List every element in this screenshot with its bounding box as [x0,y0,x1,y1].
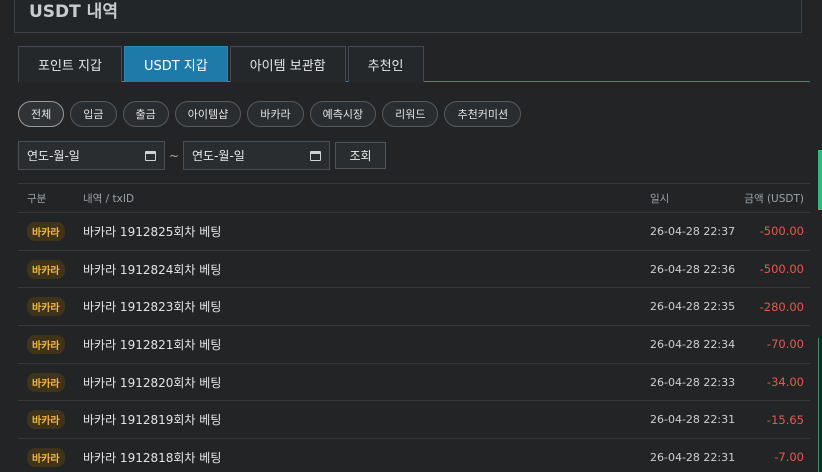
amount-cell: -70.00 [766,337,804,352]
desc-cell: 바카라 1912825회차 베팅 [83,224,222,239]
amount-cell: -34.00 [766,375,804,390]
type-cell: 바카라 [18,334,75,354]
type-badge: 바카라 [27,259,65,279]
date-filter-bar: 연도-월-일 ~ 연도-월-일 조회 [18,141,386,170]
desc-cell: 바카라 1912821회차 베팅 [83,337,222,352]
chip-referral-commission[interactable]: 추천커미션 [444,101,522,127]
tab-point-wallet[interactable]: 포인트 지갑 [18,46,122,82]
calendar-icon[interactable] [310,150,321,161]
type-cell: 바카라 [18,410,75,430]
type-badge: 바카라 [27,372,65,392]
table-row[interactable]: 바카라 바카라 1912823회차 베팅 26-04-28 22:35 -280.00 [18,288,810,327]
chip-reward[interactable]: 리워드 [382,101,439,127]
table-row[interactable]: 바카라 바카라 1912824회차 베팅 26-04-28 22:36 -500.00 [18,251,810,289]
date-cell: 26-04-28 22:36 [650,262,736,276]
header-desc: 내역 / txID [83,192,135,205]
end-date-input[interactable]: 연도-월-일 [183,141,330,170]
wallet-tabs: 포인트 지갑 USDT 지갑 아이템 보관함 추천인 [18,46,810,82]
type-cell: 바카라 [18,447,75,467]
chip-all[interactable]: 전체 [18,101,65,127]
amount-cell: -280.00 [759,299,804,314]
date-cell: 26-04-28 22:34 [650,337,736,351]
search-button[interactable]: 조회 [335,142,386,169]
page-title: USDT 내역 [29,2,118,22]
start-date-placeholder: 연도-월-일 [27,149,80,163]
type-badge: 바카라 [27,447,65,467]
side-accent-bar [818,150,822,210]
category-filter-chips: 전체 입금 출금 아이템샵 바카라 예측시장 리워드 추천커미션 [18,101,522,127]
header-date: 일시 [650,192,670,205]
tab-referral[interactable]: 추천인 [347,46,424,82]
side-accent-line [818,338,822,472]
chip-prediction-market[interactable]: 예측시장 [309,101,377,127]
chip-deposit[interactable]: 입금 [70,101,117,127]
table-row[interactable]: 바카라 바카라 1912820회차 베팅 26-04-28 22:33 -34.00 [18,364,810,402]
desc-cell: 바카라 1912824회차 베팅 [83,262,222,277]
start-date-input[interactable]: 연도-월-일 [18,141,165,170]
date-cell: 26-04-28 22:35 [650,300,736,314]
end-date-placeholder: 연도-월-일 [192,149,245,163]
type-cell: 바카라 [18,297,75,317]
header-type: 구분 [27,192,47,205]
amount-cell: -500.00 [759,262,804,277]
transaction-table: 구분 내역 / txID 일시 금액 (USDT) 바카라 바카라 1912825… [18,183,810,472]
type-badge: 바카라 [27,221,65,241]
table-header: 구분 내역 / txID 일시 금액 (USDT) [18,183,810,213]
desc-cell: 바카라 1912819회차 베팅 [83,413,222,428]
amount-cell: -15.65 [766,412,804,427]
table-row[interactable]: 바카라 바카라 1912825회차 베팅 26-04-28 22:37 -500.00 [18,213,810,251]
calendar-icon[interactable] [145,150,156,161]
desc-cell: 바카라 1912823회차 베팅 [83,300,222,315]
type-badge: 바카라 [27,410,65,430]
desc-cell: 바카라 1912820회차 베팅 [83,375,222,390]
tab-item-storage[interactable]: 아이템 보관함 [229,46,346,82]
tab-usdt-wallet[interactable]: USDT 지갑 [123,46,228,82]
date-cell: 26-04-28 22:31 [650,450,736,464]
header-amount: 금액 (USDT) [744,192,804,205]
type-badge: 바카라 [27,297,65,317]
date-cell: 26-04-28 22:33 [650,375,736,389]
page-header: USDT 내역 [14,0,802,33]
type-cell: 바카라 [18,259,75,279]
amount-cell: -7.00 [774,450,804,465]
table-row[interactable]: 바카라 바카라 1912819회차 베팅 26-04-28 22:31 -15.65 [18,401,810,440]
desc-cell: 바카라 1912818회차 베팅 [83,450,222,465]
date-cell: 26-04-28 22:31 [650,413,736,427]
type-badge: 바카라 [27,334,65,354]
type-cell: 바카라 [18,372,75,392]
table-row[interactable]: 바카라 바카라 1912821회차 베팅 26-04-28 22:34 -70.00 [18,326,810,364]
chip-withdraw[interactable]: 출금 [122,101,169,127]
chip-baccarat[interactable]: 바카라 [247,101,304,127]
amount-cell: -500.00 [759,224,804,239]
type-cell: 바카라 [18,221,75,241]
chip-item-shop[interactable]: 아이템샵 [174,101,242,127]
table-row[interactable]: 바카라 바카라 1912818회차 베팅 26-04-28 22:31 -7.00 [18,439,810,472]
date-range-separator: ~ [168,148,180,163]
date-cell: 26-04-28 22:37 [650,224,736,238]
